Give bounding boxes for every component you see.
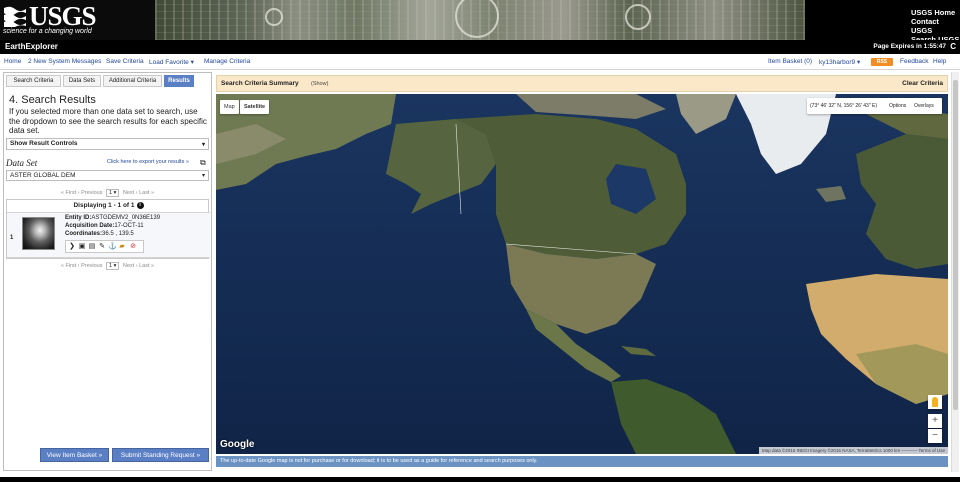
tab-data-sets[interactable]: Data Sets bbox=[63, 75, 101, 87]
export-icon[interactable]: ⧉ bbox=[200, 158, 206, 168]
search-results-description: If you selected more than one data set t… bbox=[9, 107, 207, 135]
export-results-link[interactable]: Click here to export your results » bbox=[107, 159, 189, 165]
map-attribution: Map data ©2016 INEGI Imagery ©2016 NASA,… bbox=[759, 447, 948, 454]
tab-search-criteria[interactable]: Search Criteria bbox=[6, 75, 61, 87]
view-item-basket-button[interactable]: View Item Basket » bbox=[40, 448, 109, 462]
pager-next[interactable]: Next › bbox=[123, 263, 138, 269]
nav-save-criteria[interactable]: Save Criteria bbox=[106, 58, 144, 65]
coordinates: Coordinates:36.5 , 139.5 bbox=[65, 231, 134, 237]
criteria-show-link[interactable]: (Show) bbox=[311, 81, 328, 87]
metadata-icon[interactable]: ✎ bbox=[98, 243, 106, 251]
search-results-title: 4. Search Results bbox=[9, 94, 96, 106]
displaying-count: Displaying 1 - 1 of 1i bbox=[7, 202, 210, 209]
usgs-home-link[interactable]: USGS Home bbox=[911, 8, 960, 17]
page-footer bbox=[0, 477, 960, 482]
rss-icon[interactable]: RSS bbox=[871, 58, 893, 66]
contact-usgs-link[interactable]: Contact USGS bbox=[911, 17, 960, 35]
pager-last[interactable]: Last » bbox=[139, 190, 154, 196]
footprint-icon[interactable]: ❯ bbox=[68, 243, 76, 251]
street-view-pegman-icon[interactable] bbox=[928, 395, 942, 409]
compare-icon[interactable]: ▤ bbox=[88, 243, 96, 251]
nav-feedback[interactable]: Feedback bbox=[900, 58, 929, 65]
map-imagery bbox=[216, 94, 948, 454]
zoom-out-button[interactable]: − bbox=[928, 429, 942, 443]
pager-previous[interactable]: ‹ Previous bbox=[78, 263, 103, 269]
map-disclaimer-text: The up-to-date Google map is not for pur… bbox=[220, 458, 538, 464]
nav-bar: Home 2 New System Messages Save Criteria… bbox=[0, 54, 960, 70]
google-logo: Google bbox=[220, 439, 255, 450]
exclude-icon[interactable]: ⊘ bbox=[129, 243, 137, 251]
nav-user-menu[interactable]: ky13harbor9 ▾ bbox=[819, 58, 860, 66]
map-disclaimer-bar: The up-to-date Google map is not for pur… bbox=[216, 455, 948, 467]
nav-item-basket[interactable]: Item Basket (0) bbox=[768, 58, 812, 65]
data-set-select[interactable]: ASTER GLOBAL DEM ▾ bbox=[6, 170, 209, 181]
pager-bottom: « First ‹ Previous 1 ▾ Next › Last » bbox=[4, 262, 211, 270]
tab-results[interactable]: Results bbox=[164, 75, 194, 87]
table-row: 1 Entity ID:ASTGDEMV2_0N36E139 Acquisiti… bbox=[7, 212, 210, 258]
browse-overlay-icon[interactable]: ▣ bbox=[78, 243, 86, 251]
cursor-coordinates: (73° 46' 32" N, 156° 26' 43" E) bbox=[810, 103, 877, 109]
add-to-basket-icon[interactable]: ▰ bbox=[118, 243, 126, 251]
results-panel: Search Criteria Data Sets Additional Cri… bbox=[3, 72, 212, 471]
info-icon[interactable]: i bbox=[136, 202, 144, 209]
map-type-map-button[interactable]: Map bbox=[220, 100, 239, 114]
logo-tagline: science for a changing world bbox=[3, 28, 92, 35]
aerial-banner-image bbox=[155, 0, 805, 40]
chevron-down-icon: ▾ bbox=[190, 59, 194, 66]
pager-first[interactable]: « First bbox=[61, 263, 76, 269]
pager-first[interactable]: « First bbox=[61, 190, 76, 196]
data-set-label: Data Set bbox=[6, 158, 38, 168]
logo-text: USGS bbox=[29, 1, 97, 31]
row-number: 1 bbox=[10, 235, 14, 241]
submit-standing-request-button[interactable]: Submit Standing Request » bbox=[112, 448, 209, 462]
result-actions: ❯ ▣ ▤ ✎ ⚓ ▰ ⊘ bbox=[65, 240, 144, 253]
pager-next[interactable]: Next › bbox=[123, 190, 138, 196]
zoom-in-button[interactable]: + bbox=[928, 414, 942, 428]
app-titlebar: EarthExplorer Page Expires in 1:55:47 C bbox=[0, 40, 960, 54]
refresh-icon[interactable]: C bbox=[950, 42, 956, 51]
scrollbar-thumb[interactable] bbox=[953, 80, 958, 410]
nav-load-favorite[interactable]: Load Favorite ▾ bbox=[149, 58, 194, 66]
results-list: Displaying 1 - 1 of 1i 1 Entity ID:ASTGD… bbox=[6, 199, 210, 259]
nav-home[interactable]: Home bbox=[4, 58, 21, 65]
chevron-down-icon: ▾ bbox=[201, 142, 205, 148]
app-title: EarthExplorer bbox=[5, 42, 58, 51]
pager-last[interactable]: Last » bbox=[139, 263, 154, 269]
chevron-down-icon: ▾ bbox=[201, 173, 205, 179]
chevron-down-icon: ▾ bbox=[856, 59, 861, 66]
page-expires: Page Expires in 1:55:47 bbox=[873, 43, 946, 50]
nav-manage-criteria[interactable]: Manage Criteria bbox=[204, 58, 250, 65]
usgs-logo[interactable]: USGS science for a changing world bbox=[0, 0, 155, 40]
map-overlays-button[interactable]: Overlays bbox=[914, 98, 934, 114]
page-scrollbar[interactable] bbox=[951, 72, 959, 472]
map-coordinate-controls: (73° 46' 32" N, 156° 26' 43" E) Options … bbox=[807, 98, 942, 114]
nav-system-messages[interactable]: 2 New System Messages bbox=[28, 58, 101, 65]
download-icon[interactable]: ⚓ bbox=[108, 243, 117, 251]
tab-additional-criteria[interactable]: Additional Criteria bbox=[103, 75, 162, 87]
map-options-button[interactable]: Options bbox=[889, 98, 906, 114]
map-area: Search Criteria Summary (Show) Clear Cri… bbox=[216, 75, 948, 467]
header-banner: USGS science for a changing world USGS H… bbox=[0, 0, 960, 44]
show-result-controls-dropdown[interactable]: Show Result Controls ▾ bbox=[6, 138, 209, 150]
acquisition-date: Acquisition Date:17-OCT-11 bbox=[65, 223, 144, 229]
pager-previous[interactable]: ‹ Previous bbox=[78, 190, 103, 196]
map-type-satellite-button[interactable]: Satellite bbox=[240, 100, 270, 114]
entity-id: Entity ID:ASTGDEMV2_0N36E139 bbox=[65, 215, 161, 221]
page-select[interactable]: 1 ▾ bbox=[106, 262, 120, 270]
usgs-header-links: USGS Home Contact USGS Search USGS bbox=[805, 0, 960, 44]
satellite-map[interactable]: Map Satellite (73° 46' 32" N, 156° 26' 4… bbox=[216, 94, 948, 454]
page-select[interactable]: 1 ▾ bbox=[106, 189, 120, 197]
nav-help[interactable]: Help bbox=[933, 58, 946, 65]
result-thumbnail[interactable] bbox=[22, 217, 55, 250]
pager-top: « First ‹ Previous 1 ▾ Next › Last » bbox=[4, 189, 211, 197]
criteria-summary-title: Search Criteria Summary bbox=[221, 80, 299, 87]
usgs-wave-icon bbox=[4, 6, 26, 27]
clear-criteria-link[interactable]: Clear Criteria bbox=[902, 80, 943, 87]
search-criteria-summary-bar: Search Criteria Summary (Show) Clear Cri… bbox=[216, 75, 948, 92]
